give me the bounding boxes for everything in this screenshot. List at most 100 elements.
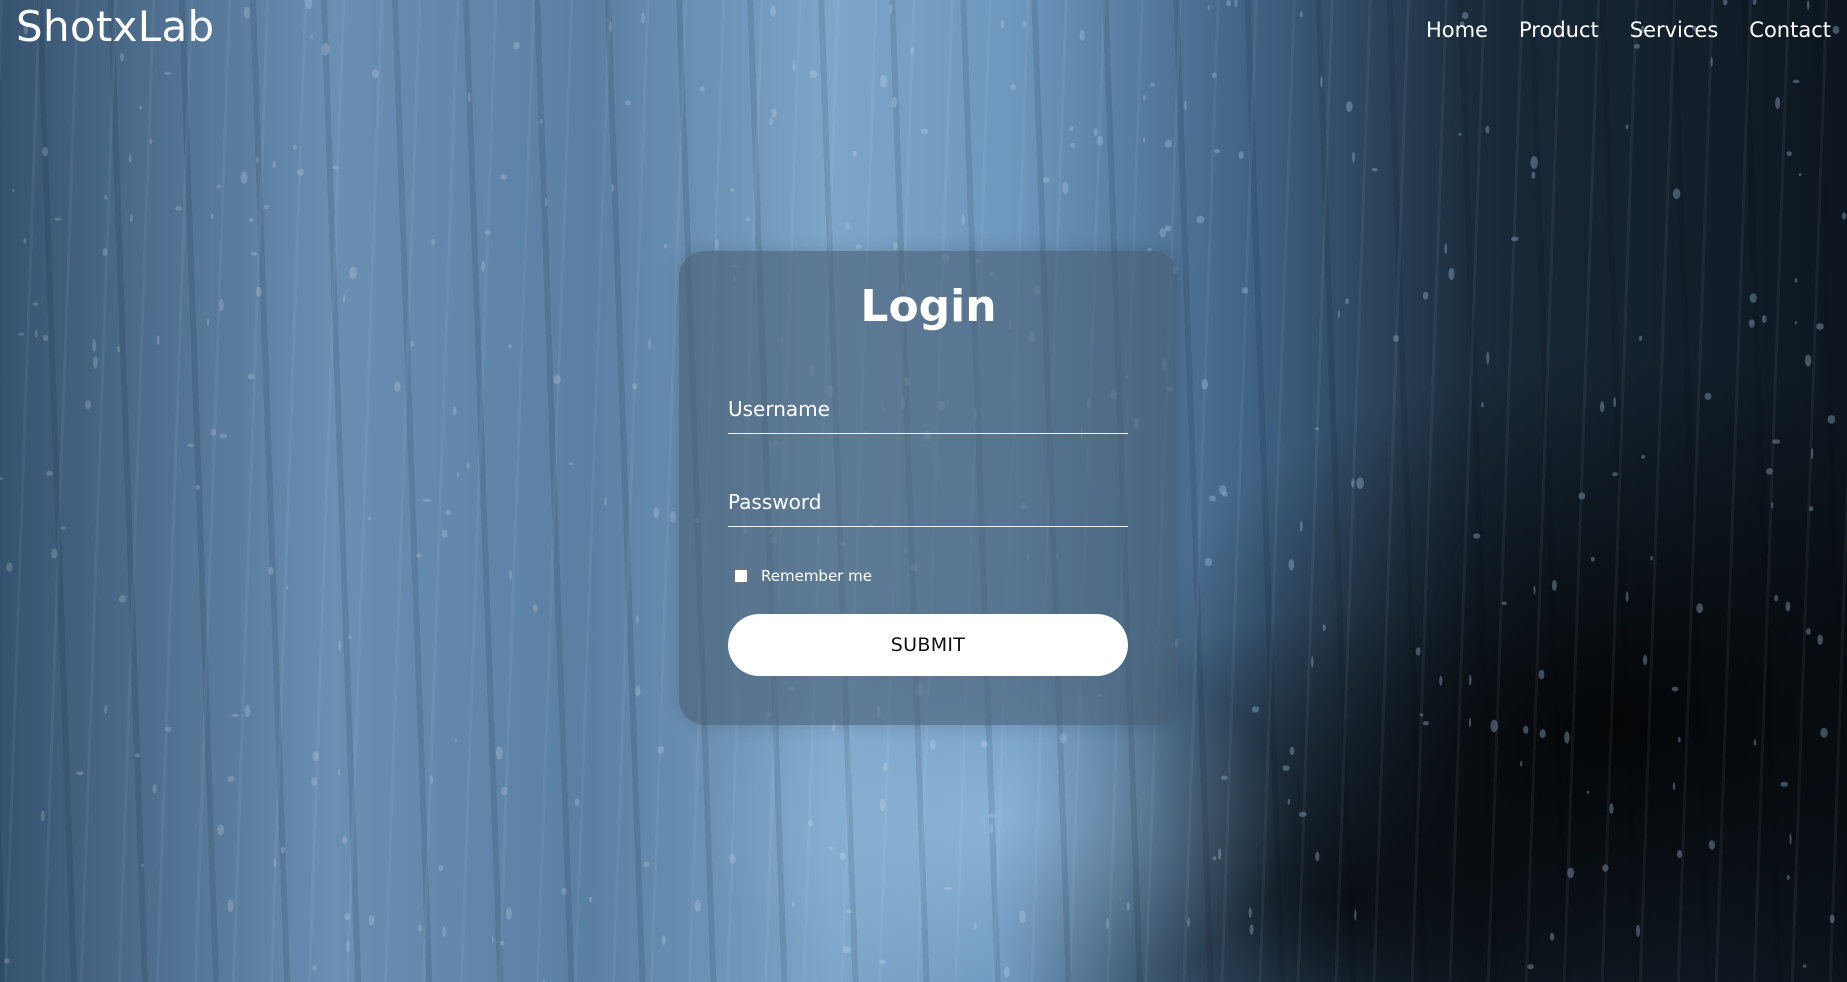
rain-drop: [219, 299, 224, 311]
rain-drop: [1501, 601, 1507, 605]
rain-drop: [893, 242, 898, 251]
rain-drop: [1794, 320, 1797, 325]
rain-drop: [163, 71, 171, 75]
rain-drop: [227, 899, 234, 913]
rain-drop: [248, 217, 254, 222]
rain-drop: [1221, 775, 1228, 780]
rain-drop: [1530, 156, 1538, 169]
rain-drop: [1523, 725, 1529, 734]
rain-drop: [1771, 501, 1774, 509]
rain-drop: [499, 174, 507, 181]
rain-drop: [438, 865, 444, 871]
rain-drop: [102, 248, 108, 257]
rain-drop: [1625, 124, 1629, 130]
password-input[interactable]: [728, 485, 1128, 527]
rain-drop: [879, 798, 886, 812]
rain-drop: [670, 511, 677, 523]
rain-drop: [1811, 447, 1814, 460]
rain-drop: [1468, 674, 1472, 686]
rain-drop: [442, 926, 446, 937]
submit-button[interactable]: SUBMIT: [728, 614, 1128, 676]
rain-drop: [1315, 427, 1319, 431]
rain-drop: [34, 329, 38, 338]
rain-drop: [292, 144, 297, 150]
rain-drop: [1817, 634, 1823, 645]
rain-drop: [1299, 11, 1303, 18]
rain-drop: [1549, 932, 1555, 941]
rain-drop: [1069, 125, 1074, 132]
rain-drop: [1070, 142, 1076, 149]
rain-drop: [974, 922, 977, 930]
nav-link-contact[interactable]: Contact: [1749, 18, 1831, 42]
rain-drop: [1238, 151, 1244, 160]
rain-drop: [344, 912, 351, 921]
nav-link-product[interactable]: Product: [1519, 18, 1599, 42]
rain-drop: [641, 12, 645, 24]
nav-link-services[interactable]: Services: [1630, 18, 1719, 42]
rain-drop: [1059, 733, 1067, 744]
rain-drop: [1422, 721, 1429, 726]
rain-drop: [210, 213, 214, 220]
username-input[interactable]: [728, 392, 1128, 434]
rain-drop: [4, 958, 10, 964]
rain-drop: [1780, 781, 1788, 787]
rain-drop: [1772, 439, 1781, 444]
rain-drop: [310, 35, 313, 39]
rain-drop: [1533, 585, 1536, 595]
rain-drop: [1671, 686, 1679, 692]
rain-drop: [250, 251, 258, 256]
rain-drop: [1704, 392, 1712, 400]
rain-drop: [745, 217, 751, 221]
rain-drop: [1345, 298, 1349, 305]
rain-drop: [883, 762, 887, 772]
rain-drop: [285, 585, 289, 590]
rain-drop: [1672, 188, 1681, 199]
rain-drop: [1676, 849, 1683, 859]
rain-drop: [410, 340, 414, 348]
rain-drop: [1789, 833, 1792, 845]
rain-drop: [1003, 966, 1010, 978]
rain-drop: [839, 852, 846, 861]
rain-drop: [1062, 181, 1069, 195]
rain-drop: [454, 739, 458, 743]
rain-drop: [423, 498, 431, 502]
rain-drop: [846, 909, 853, 914]
rain-drop: [1633, 43, 1640, 49]
rain-drop: [1468, 717, 1472, 728]
rain-drop: [175, 206, 182, 211]
rain-drop: [1251, 706, 1260, 713]
remember-me-checkbox[interactable]: [734, 569, 748, 583]
rain-drop: [431, 239, 436, 245]
brand-logo[interactable]: ShotxLab: [16, 2, 215, 51]
rain-drop: [139, 105, 143, 110]
top-nav: Home Product Services Contact: [1426, 18, 1831, 42]
rain-drop: [1212, 856, 1217, 861]
rain-drop: [508, 344, 512, 349]
rain-drop: [1207, 5, 1210, 10]
rain-drop: [604, 496, 607, 506]
rain-drop: [1677, 737, 1681, 743]
rain-drop: [206, 318, 210, 326]
rain-drop: [611, 183, 615, 192]
nav-link-home[interactable]: Home: [1426, 18, 1488, 42]
rain-drop: [312, 751, 320, 762]
login-page: ShotxLab Home Product Services Contact L…: [0, 0, 1847, 982]
rain-drop: [42, 146, 49, 157]
remember-me[interactable]: Remember me: [734, 567, 872, 585]
rain-drop: [1150, 82, 1155, 87]
rain-drop: [635, 685, 641, 697]
rain-drop: [1600, 401, 1605, 413]
rain-drop: [663, 243, 668, 249]
rain-drop: [1672, 782, 1676, 791]
rain-drop: [311, 777, 317, 787]
rain-drop: [1564, 731, 1570, 744]
rain-drop: [367, 516, 372, 520]
rain-drop: [1322, 624, 1326, 631]
rain-drop: [1448, 267, 1455, 281]
rain-drop: [1371, 168, 1378, 172]
rain-drop: [456, 472, 460, 477]
rain-drop: [417, 924, 422, 932]
rain-drop: [1241, 287, 1249, 294]
rain-drop: [1602, 864, 1609, 872]
rain-drop: [1287, 798, 1291, 805]
